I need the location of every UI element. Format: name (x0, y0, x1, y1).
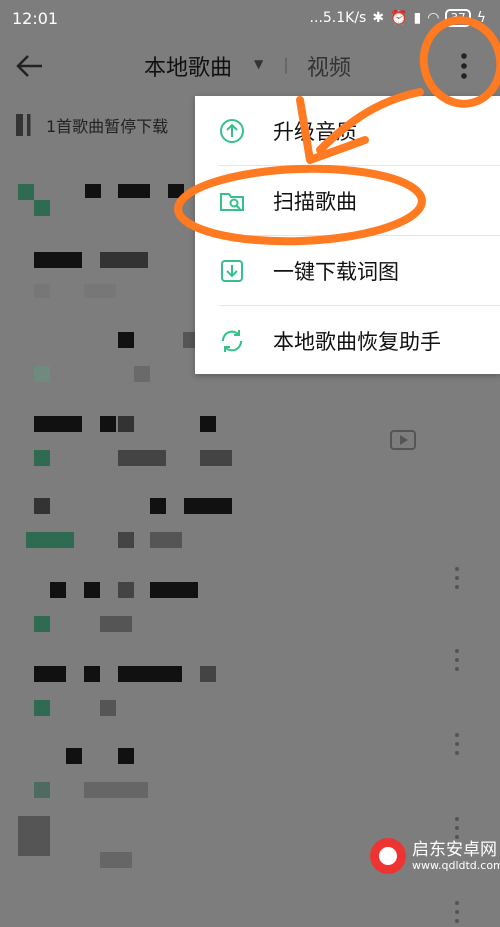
restore-icon (221, 329, 243, 352)
song-options-icon[interactable] (454, 733, 460, 759)
charging-icon: ϟ (476, 10, 486, 26)
list-item[interactable] (0, 582, 500, 666)
paused-download-banner[interactable]: 1首歌曲暂停下载 (16, 112, 216, 138)
song-options-icon[interactable] (454, 649, 460, 675)
watermark: 启东安卓网 www.qdldtd.com (370, 838, 500, 874)
tab-divider (285, 58, 287, 74)
menu-item-scan-songs[interactable]: 扫描歌曲 (195, 166, 500, 235)
overflow-menu: 升级音质 扫描歌曲 一键下载词图 本地歌曲恢复助手 (195, 96, 500, 374)
page-title[interactable]: 本地歌曲 (144, 50, 232, 82)
menu-label: 本地歌曲恢复助手 (273, 329, 441, 354)
mv-play-icon[interactable] (390, 430, 416, 450)
menu-label: 一键下载词图 (273, 259, 399, 284)
tab-video[interactable]: 视频 (307, 50, 351, 82)
scan-folder-icon (220, 192, 244, 211)
signal-icon: ▮ (413, 10, 422, 26)
alarm-icon: ⏰ (390, 10, 408, 26)
more-options-icon[interactable] (456, 48, 472, 84)
menu-label: 扫描歌曲 (273, 189, 357, 214)
battery-indicator: 37 (445, 9, 471, 27)
list-item[interactable] (0, 416, 500, 500)
bluetooth-icon: ✱ (372, 10, 385, 26)
status-time: 12:01 (12, 8, 59, 28)
menu-label: 升级音质 (273, 119, 357, 144)
menu-item-upgrade-quality[interactable]: 升级音质 (195, 96, 500, 165)
upgrade-quality-icon (220, 118, 244, 143)
song-options-icon[interactable] (454, 567, 460, 593)
app-bar: 本地歌曲 ▼ 视频 (0, 36, 500, 96)
watermark-url: www.qdldtd.com (412, 858, 500, 872)
title-dropdown-icon[interactable]: ▼ (254, 57, 263, 71)
list-item[interactable] (0, 666, 500, 750)
net-speed: ...5.1K/s (309, 10, 367, 26)
menu-item-restore-helper[interactable]: 本地歌曲恢复助手 (195, 306, 500, 375)
watermark-name: 启东安卓网 (412, 839, 497, 860)
back-arrow-icon[interactable] (14, 50, 46, 82)
status-bar: 12:01 ...5.1K/s ✱ ⏰ ▮ ◠ 37 ϟ (0, 0, 500, 36)
wifi-icon: ◠ (427, 10, 440, 26)
download-paused-icon (16, 114, 40, 136)
menu-item-download-lyrics[interactable]: 一键下载词图 (195, 236, 500, 305)
watermark-logo-icon (370, 838, 406, 874)
list-item[interactable] (0, 498, 500, 582)
download-icon (221, 259, 243, 282)
status-icons: ...5.1K/s ✱ ⏰ ▮ ◠ 37 ϟ (310, 9, 486, 27)
song-options-icon[interactable] (454, 901, 460, 927)
banner-text: 1首歌曲暂停下载 (46, 117, 169, 136)
